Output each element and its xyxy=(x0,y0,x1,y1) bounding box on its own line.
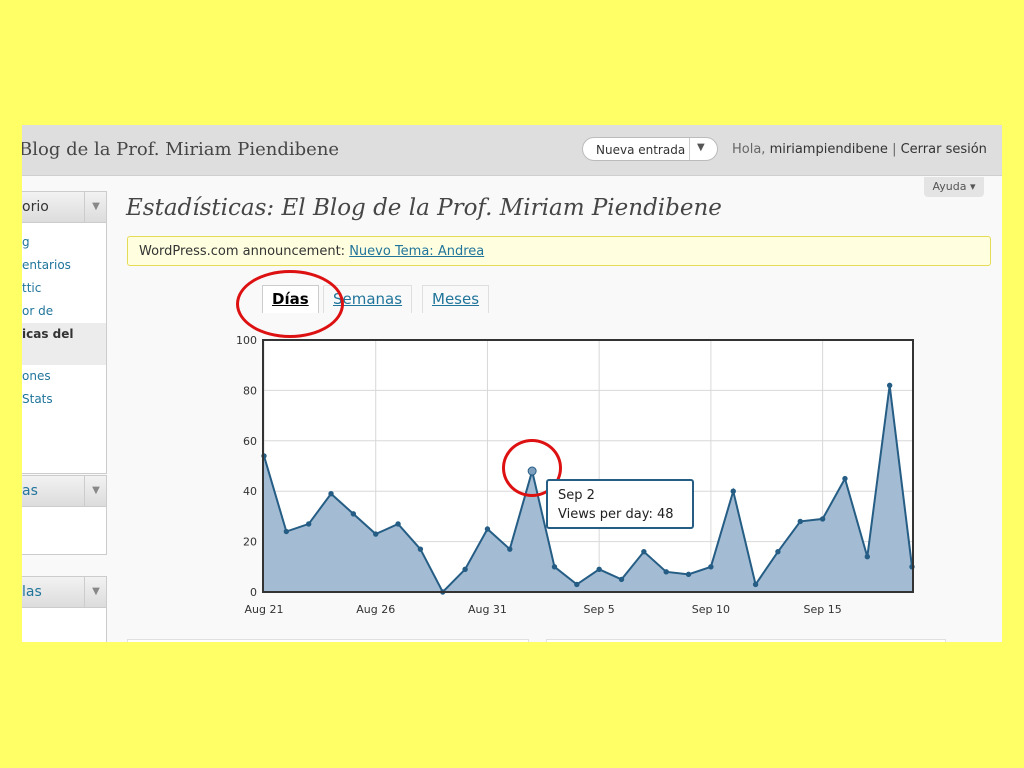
sidebar-item[interactable]: ones xyxy=(22,365,106,388)
data-point xyxy=(618,576,625,583)
data-point xyxy=(507,546,513,552)
data-point xyxy=(395,521,401,527)
x-tick-label: Sep 15 xyxy=(804,603,842,616)
data-point xyxy=(730,488,736,494)
sidebar-menu-title[interactable]: orio xyxy=(22,199,49,215)
data-point xyxy=(283,528,290,535)
sidebar-item[interactable]: icas del xyxy=(22,323,106,365)
greeting-text: Hola, xyxy=(732,142,766,157)
data-point xyxy=(328,491,334,497)
help-button[interactable]: Ayuda ▾ xyxy=(924,177,984,197)
data-point xyxy=(797,518,803,525)
data-point xyxy=(574,581,580,588)
sidebar-item[interactable]: ttic xyxy=(22,277,106,300)
chevron-down-icon[interactable]: ▼ xyxy=(697,142,705,153)
help-label[interactable]: Ayuda xyxy=(932,180,966,193)
sidebar-menu-dashboard: orio ▼ g entarios ttic or de icas del ones Sta… xyxy=(22,191,107,474)
data-point xyxy=(842,475,848,482)
sidebar-menu-title[interactable]: las xyxy=(22,584,42,600)
tooltip-date: Sep 2 xyxy=(558,488,595,503)
data-point xyxy=(484,526,491,532)
announcement-banner: WordPress.com announcement: Nuevo Tema: … xyxy=(127,236,991,266)
tab-months[interactable]: Meses xyxy=(422,285,490,313)
x-tick-label: Aug 21 xyxy=(245,603,284,616)
data-point xyxy=(752,581,759,588)
announcement-link[interactable]: Nuevo Tema: Andrea xyxy=(349,244,484,259)
x-tick-label: Sep 5 xyxy=(584,603,615,616)
data-point xyxy=(819,516,826,522)
y-tick-label: 60 xyxy=(243,435,257,448)
chevron-down-icon[interactable]: ▼ xyxy=(84,577,107,607)
sidebar-submenu: g entarios ttic or de icas del ones Stats xyxy=(22,223,106,411)
sidebar-menu-2: as ▼ xyxy=(22,475,107,555)
sidebar-item[interactable]: Stats xyxy=(22,388,106,411)
y-tick-label: 100 xyxy=(236,335,257,347)
data-point xyxy=(775,548,781,555)
tooltip-value: Views per day: 48 xyxy=(558,507,674,522)
new-entry-dropdown[interactable]: Nueva entrada ▼ xyxy=(582,137,718,161)
data-point xyxy=(462,566,468,573)
data-point xyxy=(663,569,669,575)
username-link[interactable]: miriampiendibene xyxy=(770,142,888,157)
admin-header: Blog de la Prof. Miriam Piendibene Nueva… xyxy=(22,125,1002,176)
y-tick-label: 20 xyxy=(243,536,257,549)
page-title: Estadísticas: El Blog de la Prof. Miriam… xyxy=(126,195,722,221)
x-tick-label: Aug 26 xyxy=(356,603,395,616)
sidebar-item[interactable]: g xyxy=(22,231,106,254)
logout-link[interactable]: Cerrar sesión xyxy=(901,142,987,157)
bottom-panel-left xyxy=(127,639,529,642)
data-point xyxy=(596,566,602,573)
highlight-circle-tab xyxy=(236,270,344,338)
data-point xyxy=(708,564,714,570)
sidebar-menu-title[interactable]: as xyxy=(22,483,38,499)
blog-title[interactable]: Blog de la Prof. Miriam Piendibene xyxy=(22,139,339,160)
data-point xyxy=(886,382,893,389)
user-greeting: Hola, miriampiendibene | Cerrar sesión xyxy=(732,142,987,157)
data-point xyxy=(685,571,692,578)
data-point xyxy=(864,554,871,560)
chevron-down-icon[interactable]: ▾ xyxy=(970,180,976,193)
sidebar-menu-header[interactable]: as ▼ xyxy=(22,476,106,507)
y-tick-label: 40 xyxy=(243,485,257,498)
data-point xyxy=(373,531,379,537)
sidebar-menu-header[interactable]: orio ▼ xyxy=(22,192,106,223)
new-entry-label[interactable]: Nueva entrada xyxy=(596,143,685,157)
sidebar-menu-header[interactable]: las ▼ xyxy=(22,577,106,608)
announcement-text: WordPress.com announcement: xyxy=(139,244,346,259)
y-tick-label: 0 xyxy=(250,586,257,599)
chevron-down-icon[interactable]: ▼ xyxy=(84,192,107,222)
sidebar-item[interactable]: or de xyxy=(22,300,106,323)
data-point xyxy=(350,511,357,517)
separator: | xyxy=(892,142,897,157)
stats-screenshot: Blog de la Prof. Miriam Piendibene Nueva… xyxy=(22,125,1002,642)
sidebar-item[interactable]: entarios xyxy=(22,254,106,277)
x-tick-label: Aug 31 xyxy=(468,603,507,616)
data-point xyxy=(641,548,647,555)
data-point xyxy=(417,546,424,552)
chevron-down-icon[interactable]: ▼ xyxy=(84,476,107,506)
y-tick-label: 80 xyxy=(243,384,257,397)
data-point xyxy=(551,564,558,570)
sidebar-menu-3: las ▼ xyxy=(22,576,107,642)
data-point xyxy=(305,521,312,527)
x-tick-label: Sep 10 xyxy=(692,603,730,616)
chart-tooltip: Sep 2 Views per day: 48 xyxy=(546,479,694,529)
dropdown-divider xyxy=(689,138,690,160)
bottom-panel-right xyxy=(546,639,946,642)
